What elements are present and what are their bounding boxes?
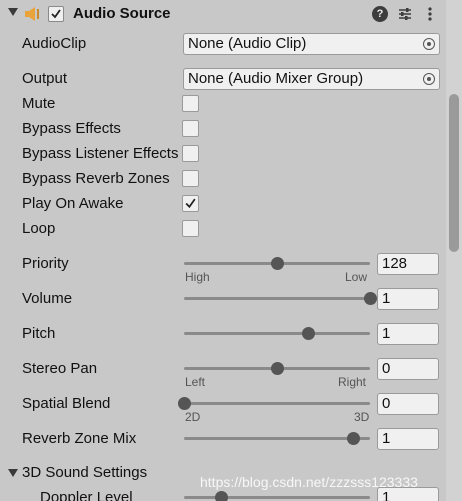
priority-input[interactable]: 128 [377, 253, 439, 275]
output-label: Output [22, 70, 68, 87]
pitch-input[interactable]: 1 [377, 323, 439, 345]
mute-checkbox[interactable] [182, 95, 199, 112]
spatial-blend-min-label: 2D [185, 410, 201, 424]
audio-source-inspector: Audio Source ? AudioClip None (Audio Cli… [0, 0, 462, 501]
loop-checkbox[interactable] [182, 220, 199, 237]
reverb-zone-mix-slider[interactable] [184, 432, 370, 445]
priority-label: Priority [22, 255, 69, 272]
spatial-blend-label: Spatial Blend [22, 395, 111, 412]
volume-slider[interactable] [184, 292, 377, 305]
component-enabled-checkbox[interactable] [48, 6, 64, 22]
pitch-label: Pitch [22, 325, 56, 342]
output-field[interactable]: None (Audio Mixer Group) [183, 68, 440, 90]
object-picker-icon[interactable] [423, 38, 435, 50]
audioclip-value: None (Audio Clip) [188, 35, 307, 52]
checkmark-icon [185, 198, 196, 209]
priority-slider[interactable] [184, 257, 370, 270]
spatial-blend-max-label: 3D [354, 410, 370, 424]
bypass-effects-label: Bypass Effects [22, 120, 121, 137]
loop-label: Loop [22, 220, 56, 237]
mute-label: Mute [22, 95, 56, 112]
foldout-arrow-icon[interactable] [8, 469, 18, 477]
slider-thumb[interactable] [215, 491, 229, 501]
slider-thumb[interactable] [271, 362, 284, 375]
bypass-reverb-zones-label: Bypass Reverb Zones [22, 170, 170, 187]
slider-thumb[interactable] [364, 292, 377, 305]
slider-thumb[interactable] [178, 397, 191, 410]
stereo-pan-min-label: Left [185, 375, 206, 389]
volume-input[interactable]: 1 [377, 288, 439, 310]
reverb-zone-mix-input[interactable]: 1 [377, 428, 439, 450]
volume-label: Volume [22, 290, 73, 307]
doppler-level-slider[interactable] [184, 491, 370, 501]
spatial-blend-slider[interactable] [178, 397, 370, 410]
pitch-slider[interactable] [184, 327, 370, 340]
slider-thumb[interactable] [271, 257, 284, 270]
scrollbar-thumb[interactable] [449, 94, 459, 252]
object-picker-icon[interactable] [423, 73, 435, 85]
priority-max-label: Low [345, 270, 368, 284]
stereo-pan-label: Stereo Pan [22, 360, 98, 377]
speaker-icon [25, 7, 39, 21]
output-value: None (Audio Mixer Group) [188, 70, 364, 87]
presets-icon[interactable] [397, 6, 413, 22]
vertical-scrollbar[interactable] [446, 0, 462, 501]
watermark: https://blog.csdn.net/zzzsss123333 [200, 474, 418, 490]
component-title: Audio Source [73, 5, 171, 22]
spatial-blend-input[interactable]: 0 [377, 393, 439, 415]
doppler-level-label: Doppler Level [40, 489, 133, 501]
audioclip-field[interactable]: None (Audio Clip) [183, 33, 440, 55]
play-on-awake-checkbox[interactable] [182, 195, 199, 212]
play-on-awake-label: Play On Awake [22, 195, 124, 212]
foldout-arrow-icon[interactable] [8, 8, 18, 16]
slider-thumb[interactable] [302, 327, 316, 340]
more-menu-icon[interactable] [422, 6, 438, 22]
stereo-pan-max-label: Right [338, 375, 367, 389]
help-icon[interactable]: ? [372, 6, 388, 22]
stereo-pan-slider[interactable] [184, 362, 370, 375]
stereo-pan-input[interactable]: 0 [377, 358, 439, 380]
priority-min-label: High [185, 270, 210, 284]
reverb-zone-mix-label: Reverb Zone Mix [22, 430, 137, 447]
audioclip-label: AudioClip [22, 35, 87, 52]
bypass-listener-effects-checkbox[interactable] [182, 145, 199, 162]
slider-thumb[interactable] [347, 432, 361, 445]
bypass-reverb-zones-checkbox[interactable] [182, 170, 199, 187]
bypass-effects-checkbox[interactable] [182, 120, 199, 137]
component-header[interactable]: Audio Source ? [0, 0, 446, 28]
bypass-listener-effects-label: Bypass Listener Effects [22, 145, 179, 162]
3d-sound-settings-label: 3D Sound Settings [22, 464, 148, 481]
